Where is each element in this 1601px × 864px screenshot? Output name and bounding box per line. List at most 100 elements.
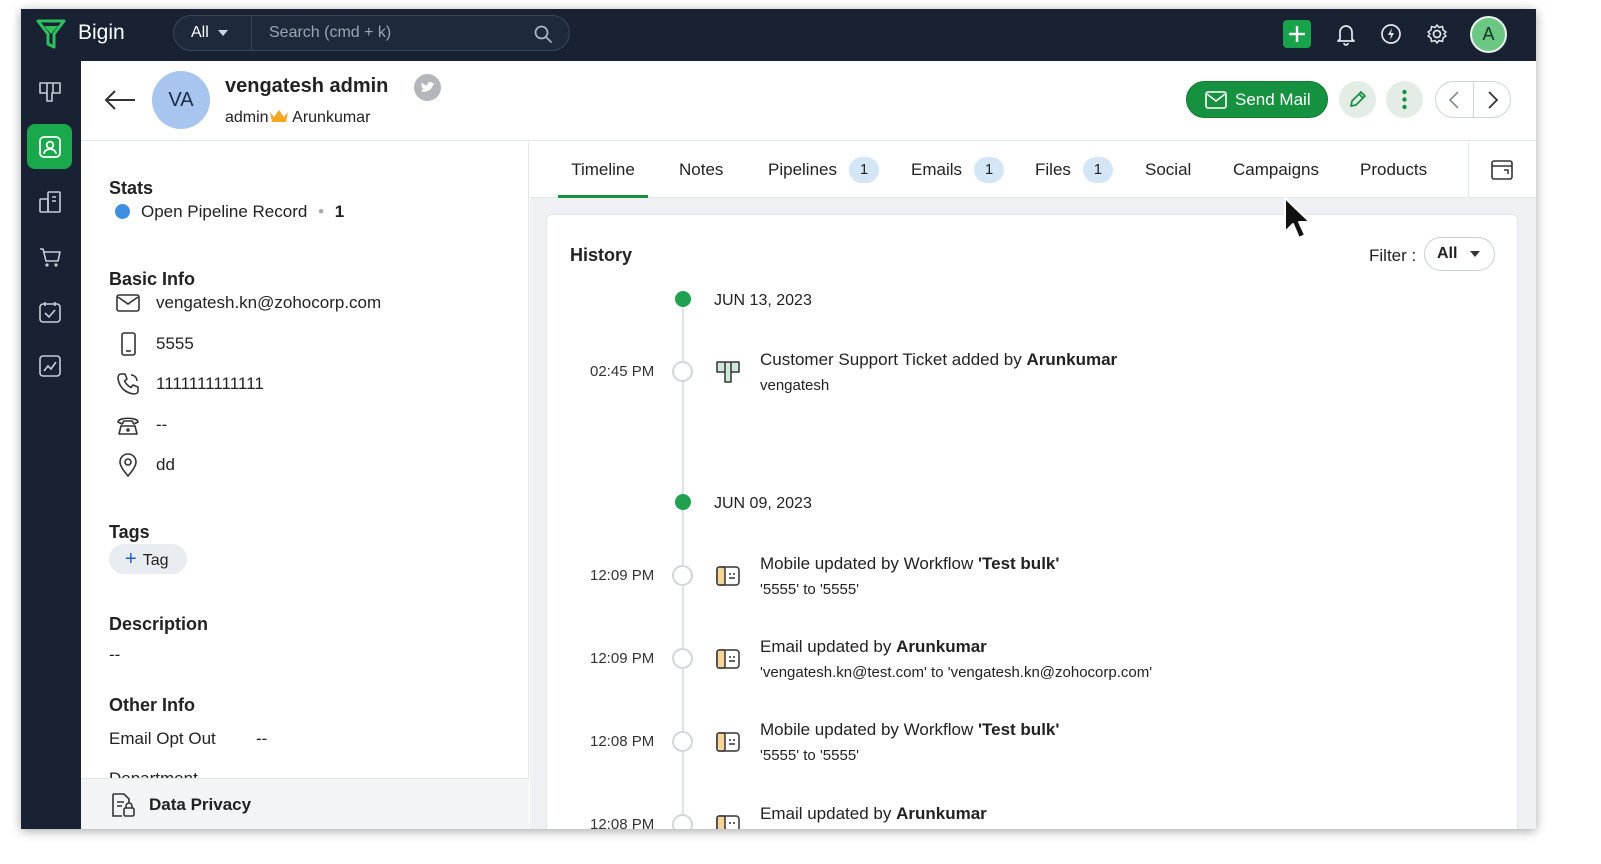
pipelines-icon [39, 82, 61, 102]
calendar-check-icon [39, 302, 61, 323]
pencil-icon [1350, 91, 1366, 107]
field-update-icon [716, 566, 740, 586]
record-tabs: Timeline Notes Pipelines 1 Emails 1 Files 1… [530, 142, 1536, 198]
tab-settings-button[interactable] [1468, 142, 1536, 198]
description-value: -- [109, 645, 121, 664]
history-card: History Filter : All JUN 13, 2023 02:45 … [546, 214, 1518, 829]
activity-bolt-icon[interactable] [1378, 21, 1404, 47]
event-title-text: Email updated by [760, 637, 897, 656]
contacts-icon [39, 136, 61, 158]
other-info-title: Other Info [109, 695, 195, 715]
date-marker [675, 494, 691, 510]
mobile-value[interactable]: 5555 [156, 334, 194, 354]
email-value[interactable]: vengatesh.kn@zohocorp.com [156, 293, 381, 313]
date-label: JUN 09, 2023 [714, 495, 812, 512]
search-scope-select[interactable]: All [174, 16, 252, 50]
tab-label: Emails [911, 160, 963, 179]
mail-icon [116, 294, 140, 312]
event-marker [672, 565, 693, 586]
plus-icon: + [125, 548, 137, 570]
tab-label: Timeline [571, 160, 635, 179]
add-tag-label: Tag [142, 552, 169, 569]
mouse-pointer-icon [1284, 197, 1311, 239]
contact-details-panel: Stats Open Pipeline Record • 1 Basic Inf… [81, 142, 529, 829]
tab-timeline[interactable]: Timeline [558, 142, 648, 198]
field-update-icon [716, 732, 740, 752]
pipeline-ticket-icon [716, 361, 740, 383]
rail-products[interactable] [27, 234, 72, 279]
tab-files[interactable]: Files 1 [1035, 142, 1113, 198]
timeline-main: Timeline Notes Pipelines 1 Emails 1 Files 1… [530, 142, 1536, 829]
history-title: History [570, 245, 633, 265]
user-avatar[interactable]: A [1470, 16, 1507, 53]
nav-divider [1473, 82, 1474, 117]
rail-pipelines[interactable] [27, 69, 72, 114]
vertical-dots-icon [1402, 89, 1407, 110]
search-icon[interactable] [533, 24, 553, 44]
basic-info-title: Basic Info [109, 269, 196, 289]
field-update-icon [716, 649, 740, 669]
rail-reports[interactable] [27, 343, 72, 388]
back-arrow-icon[interactable] [103, 89, 137, 111]
send-mail-button[interactable]: Send Mail [1186, 81, 1328, 118]
phone-icon [117, 373, 139, 395]
event-actor[interactable]: Arunkumar [896, 804, 987, 823]
stats-count: 1 [334, 202, 345, 221]
event-actor[interactable]: Arunkumar [1026, 350, 1117, 369]
field-update-icon [716, 815, 740, 829]
more-options-button[interactable] [1386, 81, 1423, 118]
rail-companies[interactable] [27, 179, 72, 224]
contact-avatar: VA [152, 71, 210, 129]
tab-social[interactable]: Social [1145, 142, 1191, 198]
tab-pipelines[interactable]: Pipelines 1 [768, 142, 879, 198]
twitter-icon[interactable] [414, 74, 441, 101]
address-value: dd [156, 455, 175, 474]
search-input[interactable]: Search (cmd + k) [269, 16, 391, 50]
event-marker [672, 731, 693, 752]
chevron-down-icon [1470, 250, 1481, 257]
event-marker [672, 648, 693, 669]
tab-notes[interactable]: Notes [679, 142, 723, 198]
chevron-down-icon [217, 29, 228, 36]
contact-owner[interactable]: Arunkumar [292, 109, 370, 126]
global-search[interactable]: All Search (cmd + k) [173, 15, 570, 51]
bigin-logo-icon[interactable] [35, 17, 67, 51]
tab-emails[interactable]: Emails 1 [911, 142, 1005, 198]
tags-title: Tags [109, 522, 150, 542]
settings-gear-icon[interactable] [1424, 21, 1450, 47]
twitter-bird-icon [421, 81, 435, 92]
history-filter-select[interactable]: All [1424, 237, 1495, 271]
chevron-right-icon[interactable] [1483, 90, 1501, 110]
quick-create-button[interactable] [1283, 20, 1311, 48]
event-time: 12:08 PM [590, 816, 655, 829]
event-title-text: Mobile updated by Workflow [760, 720, 978, 739]
tab-label: Campaigns [1233, 160, 1319, 179]
event-title-text: Email updated by [760, 804, 897, 823]
rail-contacts[interactable] [27, 124, 72, 169]
open-pipeline-record-link[interactable]: Open Pipeline Record • 1 [141, 202, 344, 222]
tab-products[interactable]: Products [1360, 142, 1427, 198]
panel-layout-icon [1491, 160, 1513, 180]
tab-campaigns[interactable]: Campaigns [1233, 142, 1319, 198]
app-name: Bigin [78, 21, 125, 44]
add-tag-button[interactable]: + Tag [109, 544, 187, 574]
data-privacy-bar[interactable]: Data Privacy [81, 778, 529, 829]
event-actor[interactable]: 'Test bulk' [978, 720, 1059, 739]
chevron-left-icon[interactable] [1446, 90, 1464, 110]
tab-label: Social [1145, 160, 1192, 179]
filter-label: Filter : [1369, 246, 1417, 265]
event-time: 12:09 PM [590, 567, 655, 584]
event-actor[interactable]: Arunkumar [896, 637, 987, 656]
rail-activities[interactable] [27, 289, 72, 334]
bell-icon[interactable] [1333, 21, 1359, 47]
count-badge: 1 [849, 157, 879, 183]
event-title: Email updated by Arunkumar [760, 637, 987, 657]
crown-icon [269, 110, 288, 122]
tab-label: Pipelines [768, 160, 837, 179]
edit-button[interactable] [1339, 81, 1376, 118]
event-title-text: Mobile updated by Workflow [760, 554, 978, 573]
event-detail: '5555' to '5555' [760, 747, 860, 764]
stats-label: Open Pipeline Record [141, 202, 308, 221]
phone-value[interactable]: 1111111111111 [156, 374, 264, 394]
event-actor[interactable]: 'Test bulk' [978, 554, 1059, 573]
